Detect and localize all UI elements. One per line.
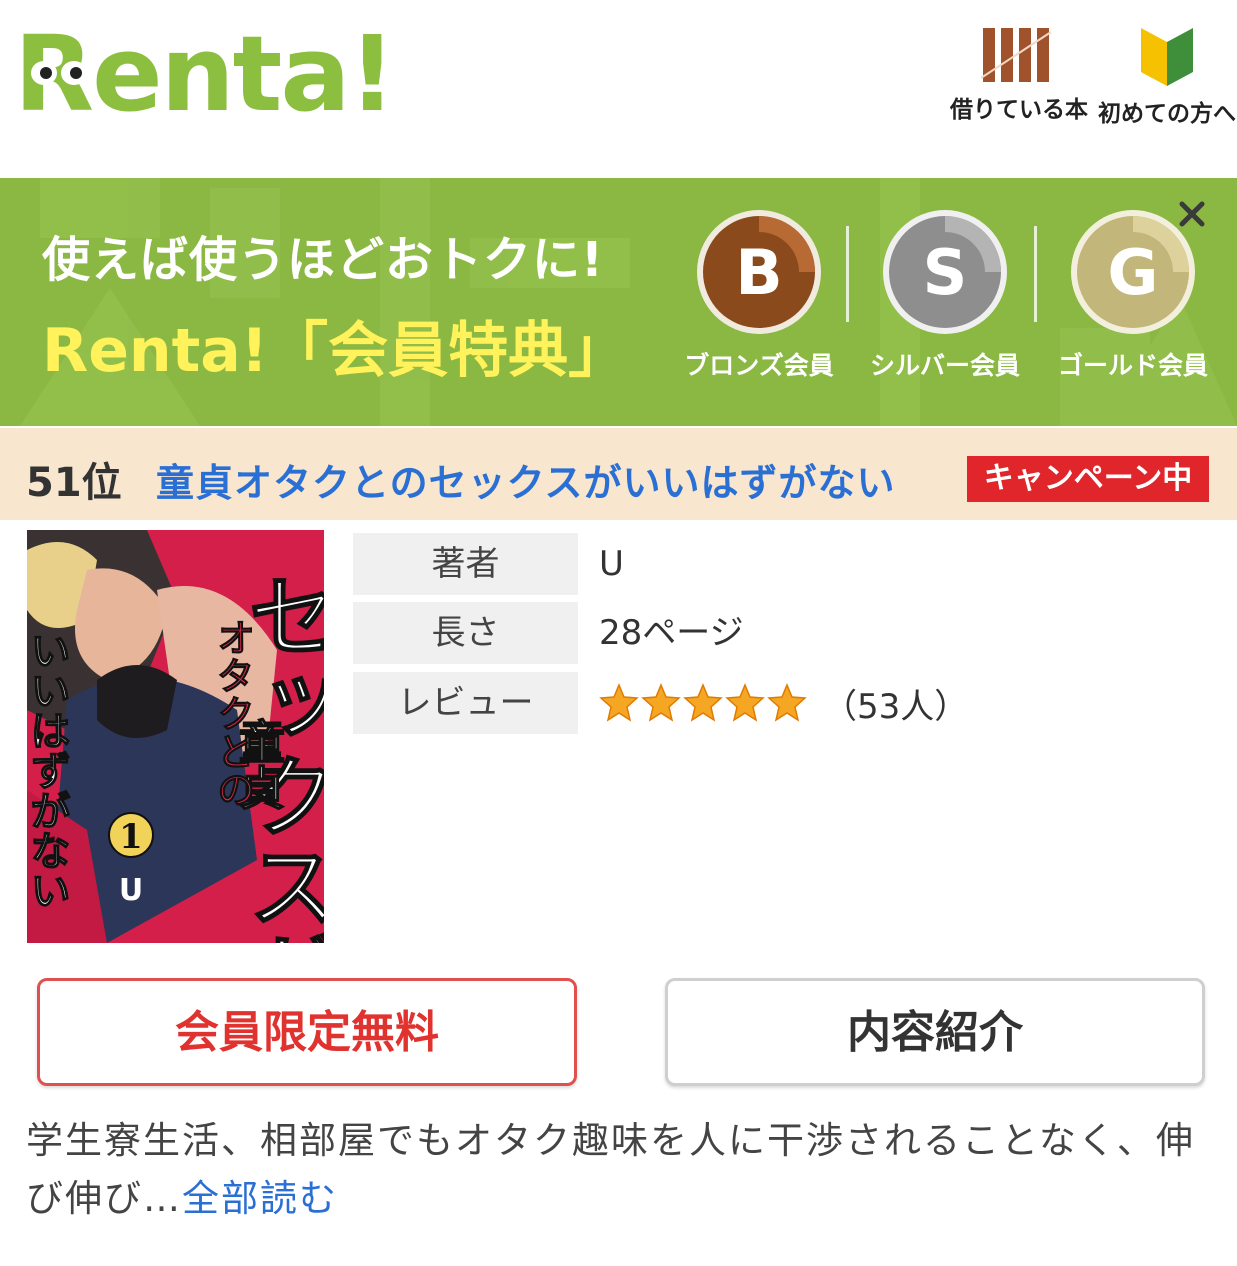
book-cover[interactable]: セックスが 童貞 オタクとの いいはずがない 1 U	[27, 530, 324, 943]
beginner-mark-icon	[1141, 28, 1193, 86]
site-header: Renta! 借りている本 初めての方へ	[0, 0, 1237, 178]
silver-medal: S シルバー会員	[850, 208, 1040, 382]
book-title-link[interactable]: 童貞オタクとのセックスがいいはずがない	[156, 452, 895, 507]
gold-medal: G ゴールド会員	[1038, 208, 1228, 382]
member-free-button[interactable]: 会員限定無料	[37, 978, 577, 1086]
read-more-link[interactable]: 全部読む	[182, 1177, 338, 1220]
author-value[interactable]: U	[599, 533, 624, 595]
star-rating	[599, 683, 809, 723]
star-icon	[599, 683, 639, 722]
banner-headline: 使えば使うほどおトクに!	[42, 232, 604, 288]
cover-author-mark: U	[119, 873, 143, 908]
first-time-label: 初めての方へ	[1098, 101, 1236, 127]
star-icon	[767, 683, 807, 722]
ranking-bar: 51位 童貞オタクとのセックスがいいはずがない キャンペーン中	[0, 428, 1237, 520]
book-description: 学生寮生活、相部屋でもオタク趣味を人に干渉されることなく、伸び伸び…全部読む	[26, 1112, 1218, 1228]
bronze-letter: B	[735, 236, 782, 309]
cover-image: セックスが 童貞 オタクとの いいはずがない 1 U	[27, 530, 324, 943]
banner-subheadline: Renta!「会員特典」	[42, 316, 629, 386]
content-intro-button[interactable]: 内容紹介	[665, 978, 1205, 1086]
rank-label: 51位	[26, 460, 122, 506]
cover-title-otaku: オタクとの	[211, 618, 256, 808]
star-icon	[725, 683, 765, 722]
bronze-medal-icon: B	[697, 210, 821, 334]
close-icon[interactable]	[1176, 198, 1208, 230]
gold-label: ゴールド会員	[1057, 351, 1208, 380]
medal-divider	[1034, 226, 1037, 322]
review-count: （53人）	[823, 686, 969, 727]
first-time-button[interactable]: 初めての方へ	[1098, 24, 1236, 128]
campaign-badge: キャンペーン中	[967, 456, 1209, 502]
review-stars[interactable]: （53人）	[599, 672, 968, 734]
rented-books-button[interactable]: 借りている本	[948, 24, 1090, 124]
logo-eyes-icon	[31, 61, 87, 85]
review-key: レビュー	[353, 672, 578, 734]
bookshelf-icon	[981, 28, 1052, 82]
star-icon	[683, 683, 723, 722]
length-key: 長さ	[353, 602, 578, 664]
renta-logo[interactable]: Renta!	[14, 14, 396, 134]
author-key: 著者	[353, 533, 578, 595]
cover-title-iihazu: いいはずがない	[27, 630, 71, 910]
cover-volume: 1	[119, 817, 143, 857]
membership-banner[interactable]: 使えば使うほどおトクに! Renta!「会員特典」 B ブロンズ会員 S シルバ…	[0, 178, 1237, 426]
bronze-label: ブロンズ会員	[684, 351, 834, 380]
length-value: 28ページ	[599, 613, 744, 653]
silver-letter: S	[923, 236, 968, 309]
rented-books-label: 借りている本	[950, 97, 1088, 123]
silver-label: シルバー会員	[869, 351, 1020, 380]
medal-divider	[846, 226, 849, 322]
bronze-medal: B ブロンズ会員	[664, 208, 854, 382]
star-icon	[641, 683, 681, 722]
gold-letter: G	[1108, 236, 1159, 309]
silver-medal-icon: S	[883, 210, 1007, 334]
